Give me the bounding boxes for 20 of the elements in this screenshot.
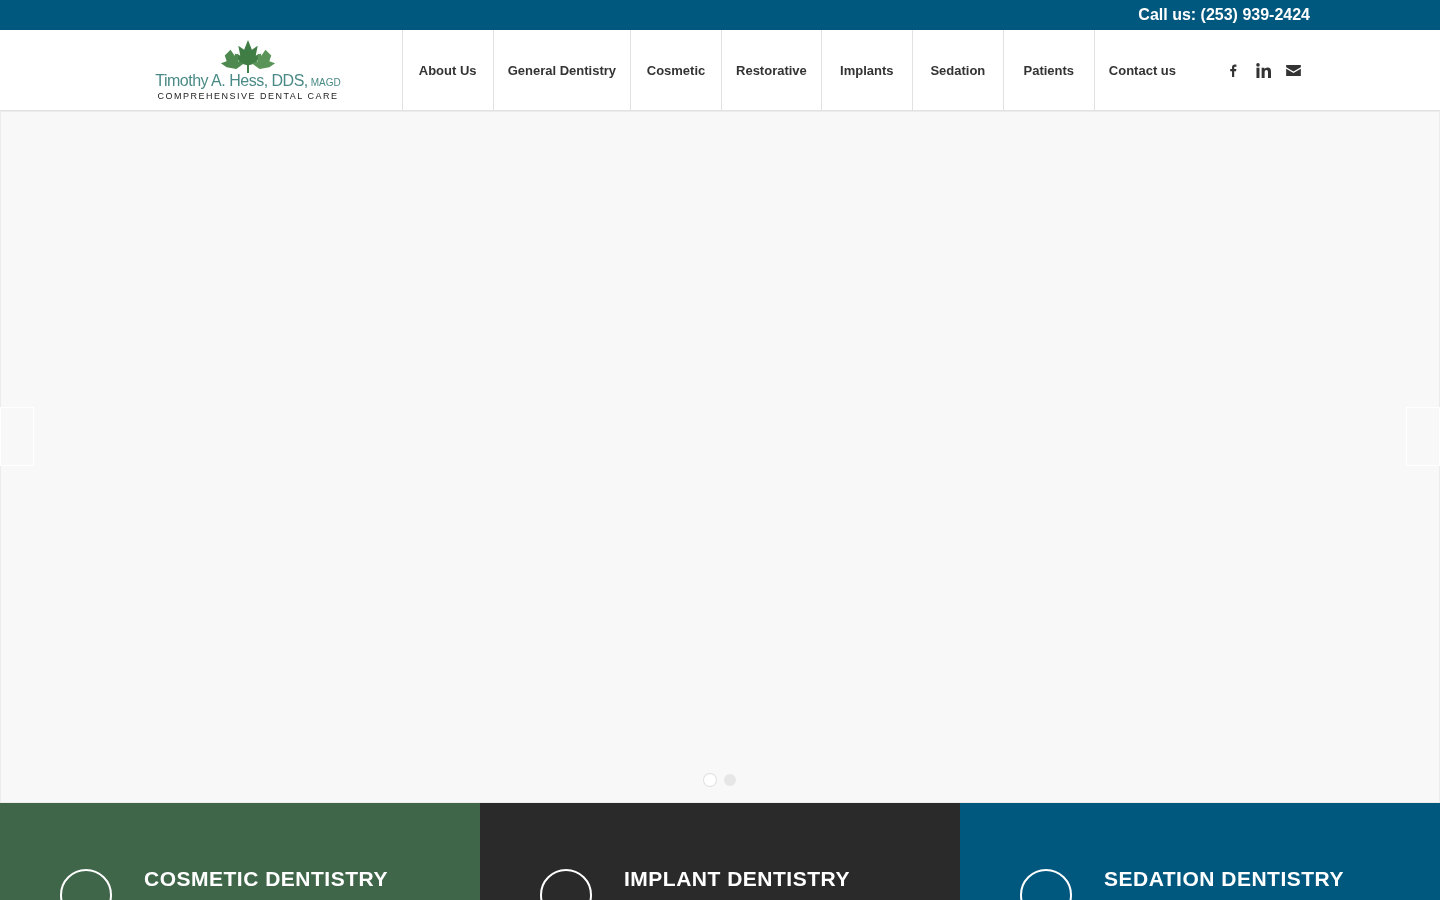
nav-link[interactable]: Restorative bbox=[721, 30, 821, 110]
nav-link[interactable]: General Dentistry bbox=[492, 30, 630, 110]
logo[interactable]: Timothy A. Hess, DDS, MAGD COMPREHENSIVE DENTAL CARE bbox=[148, 30, 348, 110]
mail-icon[interactable] bbox=[1285, 64, 1301, 76]
facebook-icon[interactable] bbox=[1229, 62, 1237, 78]
nav-link[interactable]: Sedation bbox=[911, 30, 1003, 110]
feature-title: SEDATION DENTISTRY bbox=[1104, 867, 1344, 891]
slide-dot[interactable] bbox=[704, 774, 716, 786]
feature-title: COSMETIC DENTISTRY bbox=[144, 867, 388, 891]
nav-link[interactable]: Implants bbox=[820, 30, 912, 110]
nav-link[interactable]: Cosmetic bbox=[630, 30, 721, 110]
phone-number: Call us: (253) 939-2424 bbox=[1138, 6, 1310, 24]
linkedin-icon[interactable] bbox=[1255, 62, 1271, 78]
logo-tagline: COMPREHENSIVE DENTAL CARE bbox=[157, 90, 339, 101]
nav-link[interactable]: About Us bbox=[401, 30, 493, 110]
nav-link[interactable]: Contact us bbox=[1093, 30, 1190, 110]
nav-link[interactable]: Patients bbox=[1002, 30, 1094, 110]
feature-title: IMPLANT DENTISTRY bbox=[624, 867, 850, 891]
logo-suffix: MAGD bbox=[310, 76, 341, 88]
logo-name: Timothy A. Hess, DDS, bbox=[155, 71, 308, 90]
